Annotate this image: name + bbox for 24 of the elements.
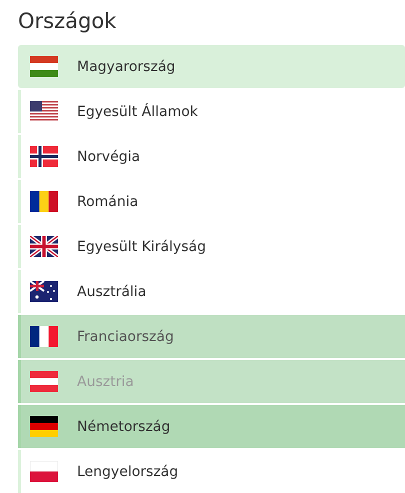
country-item[interactable]: Franciaország	[18, 315, 405, 358]
country-item[interactable]: Németország	[18, 405, 405, 448]
polish-flag-icon	[30, 461, 58, 482]
us-flag-icon	[30, 101, 58, 122]
hungarian-flag-icon	[30, 56, 58, 77]
romanian-flag-icon	[30, 191, 58, 212]
country-name: Lengyelország	[77, 464, 178, 480]
union-jack-icon	[30, 236, 58, 257]
country-item[interactable]: Magyarország	[18, 45, 405, 88]
country-name: Ausztrália	[77, 284, 146, 300]
country-name: Franciaország	[77, 328, 174, 344]
country-name: Magyarország	[77, 58, 176, 74]
austrian-flag-icon	[30, 371, 58, 392]
australian-flag-icon	[30, 281, 58, 302]
french-flag-icon	[30, 326, 58, 347]
page-title: Országok	[18, 8, 118, 35]
german-flag-icon	[30, 416, 58, 437]
country-name: Románia	[77, 194, 138, 210]
country-name: Norvégia	[77, 148, 140, 164]
norwegian-flag-icon	[30, 146, 58, 167]
country-name: Ausztria	[77, 374, 134, 390]
country-name: Németország	[77, 418, 170, 434]
country-name: Egyesült Államok	[77, 104, 198, 120]
country-name: Egyesült Királyság	[77, 238, 206, 254]
